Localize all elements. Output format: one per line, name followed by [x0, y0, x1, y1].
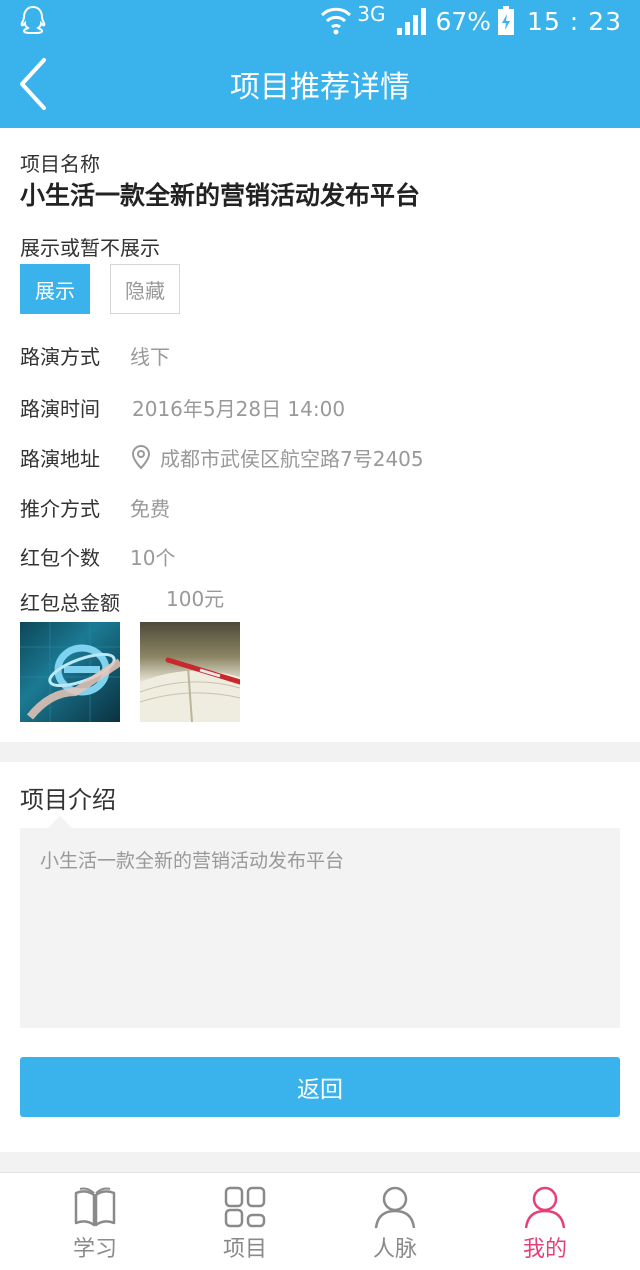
person-icon: [374, 1186, 416, 1229]
status-bar: 3G 67% 15 : 23: [0, 0, 640, 42]
bottom-tab-bar: 学习 项目 人脉 我的: [0, 1172, 640, 1270]
network-type: 3G: [357, 2, 386, 26]
battery-percent: 67%: [435, 6, 492, 36]
field-key: 红包个数: [20, 545, 100, 570]
location-pin-icon: [131, 444, 151, 470]
tab-label: 项目: [222, 1237, 267, 1262]
hide-button[interactable]: 隐藏: [110, 264, 180, 314]
field-red-packet-count: 红包个数 10个: [20, 541, 175, 571]
clock: 15 : 23: [527, 6, 622, 36]
ie-logo-image: [20, 622, 120, 722]
tab-label: 人脉: [372, 1237, 417, 1262]
page-title: 项目推荐详情: [230, 70, 410, 105]
tab-label: 学习: [72, 1237, 117, 1262]
field-value: 线下: [130, 344, 170, 369]
field-value-wrap: 成都市武侯区航空路7号2405: [130, 443, 424, 472]
field-roadshow-address: 路演地址 成都市武侯区航空路7号2405: [20, 442, 424, 472]
project-name-label: 项目名称: [20, 152, 100, 176]
top-bar: 3G 67% 15 : 23 项目推荐详情: [0, 0, 640, 128]
field-key: 路演方式: [20, 344, 100, 369]
project-image-2[interactable]: [140, 622, 240, 722]
wifi-icon: [321, 7, 352, 35]
field-roadshow-mode: 路演方式 线下: [20, 340, 170, 370]
tab-projects[interactable]: 项目: [170, 1173, 320, 1270]
status-indicators: 3G 67% 15 : 23: [319, 2, 622, 40]
project-intro-section: 项目介绍 小生活一款全新的营销活动发布平台 返回: [0, 762, 640, 1152]
field-value: 免费: [130, 496, 170, 521]
book-icon: [74, 1187, 116, 1227]
project-image-1[interactable]: [20, 622, 120, 722]
signal-icon: [397, 8, 427, 35]
field-roadshow-time: 路演时间 2016年5月28日 14:00: [20, 392, 345, 422]
field-key: 红包总金额: [20, 590, 120, 615]
field-value: 10个: [130, 545, 176, 570]
intro-notch: [48, 816, 72, 828]
qq-icon: [20, 5, 46, 35]
field-key: 路演时间: [20, 396, 100, 421]
nav-bar: 项目推荐详情: [0, 42, 640, 128]
field-key: 推介方式: [20, 496, 100, 521]
return-button[interactable]: 返回: [20, 1057, 620, 1117]
intro-text: 小生活一款全新的营销活动发布平台: [40, 850, 345, 872]
book-pen-image: [140, 657, 240, 722]
intro-title: 项目介绍: [20, 786, 116, 814]
show-button[interactable]: 展示: [20, 264, 90, 314]
field-value: 成都市武侯区航空路7号2405: [160, 446, 424, 471]
project-detail-card: 项目名称 小生活一款全新的营销活动发布平台 展示或暂不展示 展示 隐藏 路演方式…: [0, 128, 640, 742]
intro-textarea[interactable]: 小生活一款全新的营销活动发布平台: [20, 828, 620, 1028]
tab-contacts[interactable]: 人脉: [320, 1173, 470, 1270]
field-value: 2016年5月28日 14:00: [132, 396, 346, 421]
tab-label: 我的: [522, 1237, 567, 1262]
tab-mine[interactable]: 我的: [470, 1173, 620, 1270]
field-value: 100元: [166, 586, 225, 611]
field-key: 路演地址: [20, 446, 100, 471]
display-toggle-label: 展示或暂不展示: [20, 236, 160, 260]
field-promotion-mode: 推介方式 免费: [20, 492, 170, 522]
tab-study[interactable]: 学习: [20, 1173, 170, 1270]
grid-icon: [224, 1186, 266, 1228]
field-red-packet-total: 红包总金额 100元: [20, 586, 224, 616]
project-name-value: 小生活一款全新的营销活动发布平台: [20, 181, 421, 210]
battery-charging-icon: [498, 6, 515, 35]
profile-icon: [524, 1186, 566, 1229]
